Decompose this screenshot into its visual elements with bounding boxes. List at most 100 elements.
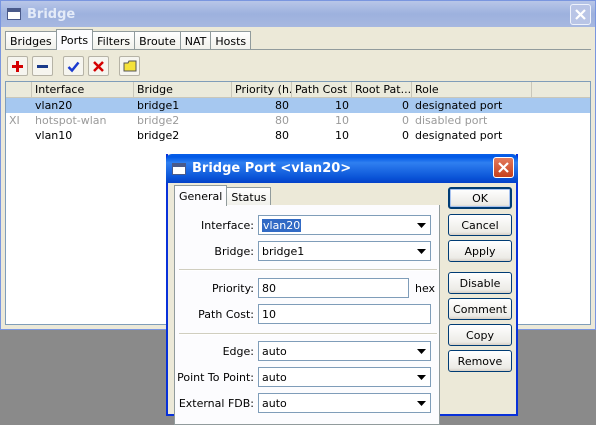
row-root-path: 0 bbox=[402, 99, 409, 112]
row-role: disabled port bbox=[415, 114, 488, 127]
bridge-close-button[interactable] bbox=[570, 4, 591, 25]
chevron-down-icon[interactable] bbox=[413, 395, 429, 411]
separator bbox=[179, 333, 437, 335]
row-root-path: 0 bbox=[402, 114, 409, 127]
interface-select[interactable]: vlan20 bbox=[258, 215, 431, 235]
bridge-window-titlebar[interactable]: Bridge bbox=[1, 1, 595, 27]
path-cost-row: Path Cost: 10 bbox=[175, 304, 441, 324]
chevron-down-icon[interactable] bbox=[413, 243, 429, 259]
comment-button[interactable]: Comment bbox=[448, 298, 512, 320]
general-panel: Interface: vlan20 Bridge: bridge1 Priori… bbox=[174, 205, 440, 425]
remove-button[interactable] bbox=[32, 56, 53, 76]
remove-icon bbox=[37, 64, 48, 68]
edge-label: Edge: bbox=[222, 344, 254, 358]
chevron-down-icon[interactable] bbox=[413, 217, 429, 233]
row-priority: 80 bbox=[275, 114, 289, 127]
column-header-path-cost[interactable]: Path Cost bbox=[292, 82, 352, 97]
column-header-priority[interactable]: Priority (h... bbox=[232, 82, 292, 97]
path-cost-value: 10 bbox=[262, 307, 276, 321]
copy-button[interactable]: Copy bbox=[448, 324, 512, 346]
row-interface: hotspot-wlan bbox=[35, 114, 107, 127]
disable-x-icon bbox=[93, 60, 104, 72]
path-cost-label: Path Cost: bbox=[198, 307, 254, 321]
port-dialog-title: Bridge Port <vlan20> bbox=[192, 161, 352, 176]
column-header-flags[interactable] bbox=[6, 82, 32, 97]
tab-general[interactable]: General bbox=[174, 185, 228, 206]
tab-nat[interactable]: NAT bbox=[179, 31, 212, 50]
comment-button[interactable] bbox=[119, 56, 140, 76]
ports-toolbar bbox=[7, 56, 140, 76]
window-icon bbox=[7, 8, 21, 20]
column-header-bridge[interactable]: Bridge bbox=[134, 82, 232, 97]
disable-button[interactable] bbox=[88, 56, 109, 76]
point-to-point-select[interactable]: auto bbox=[258, 367, 431, 387]
tab-hosts[interactable]: Hosts bbox=[210, 31, 252, 50]
edge-select[interactable]: auto bbox=[258, 341, 431, 361]
apply-button[interactable]: Apply bbox=[448, 240, 512, 262]
port-dialog-close-button[interactable] bbox=[493, 157, 514, 178]
tab-filters[interactable]: Filters bbox=[92, 31, 136, 50]
remove-button[interactable]: Remove bbox=[448, 350, 512, 372]
disable-button[interactable]: Disable bbox=[448, 272, 512, 294]
interface-value: vlan20 bbox=[262, 218, 302, 232]
column-header-role[interactable]: Role bbox=[412, 82, 532, 97]
table-header: Interface Bridge Priority (h... Path Cos… bbox=[6, 82, 590, 98]
bridge-select[interactable]: bridge1 bbox=[258, 241, 431, 261]
port-dialog-titlebar[interactable]: Bridge Port <vlan20> bbox=[166, 154, 518, 183]
separator bbox=[179, 269, 437, 271]
add-icon bbox=[12, 60, 23, 72]
close-icon bbox=[498, 162, 509, 173]
column-header-interface[interactable]: Interface bbox=[32, 82, 134, 97]
row-bridge: bridge2 bbox=[137, 114, 180, 127]
external-fdb-row: External FDB: auto bbox=[175, 393, 441, 413]
bridge-port-dialog: Bridge Port <vlan20> General Status Inte… bbox=[166, 154, 518, 425]
row-priority: 80 bbox=[275, 99, 289, 112]
table-row[interactable]: vlan10 bridge2 80 10 0 designated port bbox=[6, 128, 590, 143]
close-icon bbox=[575, 9, 586, 20]
column-header-root-path[interactable]: Root Pat... bbox=[352, 82, 412, 97]
window-icon bbox=[172, 162, 186, 175]
row-flag bbox=[6, 98, 32, 113]
interface-label: Interface: bbox=[201, 218, 254, 232]
priority-value: 80 bbox=[262, 281, 276, 295]
row-bridge: bridge1 bbox=[137, 99, 180, 112]
tab-ports[interactable]: Ports bbox=[55, 29, 94, 50]
priority-row: Priority: 80 hex bbox=[175, 278, 441, 298]
port-dialog-tabs: General Status bbox=[174, 185, 272, 206]
row-flag: XI bbox=[9, 114, 20, 127]
point-to-point-label: Point To Point: bbox=[177, 370, 254, 384]
row-interface: vlan10 bbox=[35, 129, 73, 142]
add-button[interactable] bbox=[7, 56, 28, 76]
row-priority: 80 bbox=[275, 129, 289, 142]
tab-broute[interactable]: Broute bbox=[134, 31, 181, 50]
tab-status[interactable]: Status bbox=[226, 187, 272, 206]
priority-input[interactable]: 80 bbox=[258, 278, 409, 298]
priority-label: Priority: bbox=[211, 281, 254, 295]
ok-button[interactable]: OK bbox=[448, 187, 512, 209]
external-fdb-select[interactable]: auto bbox=[258, 393, 431, 413]
edge-row: Edge: auto bbox=[175, 341, 441, 361]
bridge-row: Bridge: bridge1 bbox=[175, 241, 441, 261]
chevron-down-icon[interactable] bbox=[413, 369, 429, 385]
tab-bridges[interactable]: Bridges bbox=[5, 31, 57, 50]
cancel-button[interactable]: Cancel bbox=[448, 214, 512, 236]
table-row[interactable]: XI hotspot-wlan bridge2 80 10 0 disabled… bbox=[6, 113, 590, 128]
row-flag bbox=[6, 128, 32, 143]
external-fdb-value: auto bbox=[262, 396, 287, 410]
row-path-cost: 10 bbox=[335, 114, 349, 127]
point-to-point-value: auto bbox=[262, 370, 287, 384]
edge-value: auto bbox=[262, 344, 287, 358]
point-to-point-row: Point To Point: auto bbox=[175, 367, 441, 387]
row-role: designated port bbox=[415, 99, 503, 112]
path-cost-input[interactable]: 10 bbox=[258, 304, 431, 324]
enable-button[interactable] bbox=[63, 56, 84, 76]
enable-check-icon bbox=[67, 61, 80, 72]
comment-note-icon bbox=[123, 60, 136, 72]
row-path-cost: 10 bbox=[335, 129, 349, 142]
priority-unit: hex bbox=[415, 281, 436, 295]
row-bridge: bridge2 bbox=[137, 129, 180, 142]
external-fdb-label: External FDB: bbox=[178, 396, 254, 410]
table-row[interactable]: vlan20 bridge1 80 10 0 designated port bbox=[6, 98, 590, 113]
bridge-tabs: Bridges Ports Filters Broute NAT Hosts bbox=[5, 29, 252, 50]
chevron-down-icon[interactable] bbox=[413, 343, 429, 359]
